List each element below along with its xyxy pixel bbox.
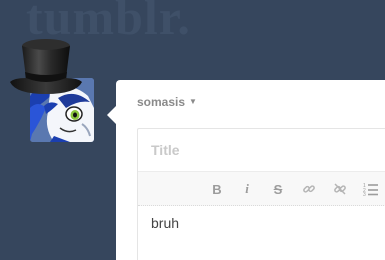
post-body-input[interactable]: bruh xyxy=(138,206,385,240)
formatting-toolbar: B i S 1 2 3 xyxy=(138,171,385,206)
tumblr-logo: tumblr. xyxy=(26,0,191,45)
italic-icon[interactable]: i xyxy=(237,179,257,199)
post-composer: somasis ▼ B i S xyxy=(107,80,385,260)
bold-icon[interactable]: B xyxy=(207,179,227,199)
composer-pointer xyxy=(107,106,116,124)
unlink-icon[interactable] xyxy=(330,179,350,199)
title-input[interactable] xyxy=(138,129,385,171)
chevron-down-icon: ▼ xyxy=(189,97,197,106)
link-icon[interactable] xyxy=(299,179,319,199)
top-hat-icon xyxy=(8,38,84,100)
blog-selector[interactable]: somasis ▼ xyxy=(137,95,197,109)
ordered-list-icon[interactable]: 1 2 3 xyxy=(361,179,381,199)
svg-text:3: 3 xyxy=(363,192,366,196)
post-editor: B i S 1 2 3 xyxy=(137,128,385,260)
blog-name: somasis xyxy=(137,95,186,109)
strikethrough-icon[interactable]: S xyxy=(268,179,288,199)
